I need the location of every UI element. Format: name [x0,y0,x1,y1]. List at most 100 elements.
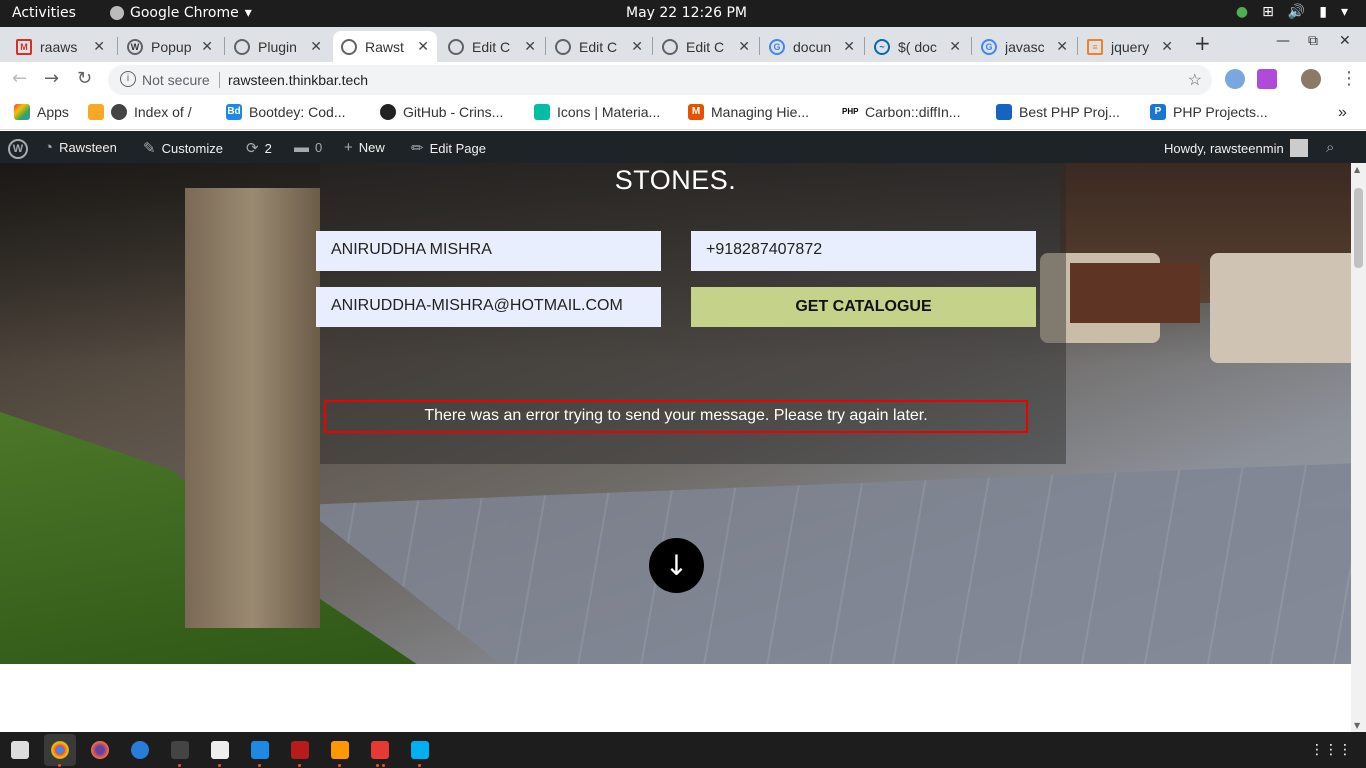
bookmark-carbon[interactable]: PHP Carbon::diffIn... [842,104,960,120]
close-icon[interactable]: ✕ [1161,38,1173,55]
bookmark-github[interactable]: GitHub - Crins... [380,104,503,120]
bookmark-managing[interactable]: M Managing Hie... [688,104,809,120]
restore-button[interactable]: ⧉ [1308,33,1318,49]
bookmark-index[interactable]: Index of / [88,104,192,120]
apps-grid-icon [14,104,30,120]
scroll-down-icon[interactable]: ▼ [1354,721,1360,730]
wp-edit-page-link[interactable]: ✏ Edit Page [411,139,486,157]
update-icon: ● [1235,4,1249,20]
system-tray[interactable]: ● ⊞ 🔊 ▮ ▾ [1236,4,1348,20]
tab-javascript[interactable]: G javasc ✕ [973,31,1076,62]
email-field[interactable]: ANIRUDDHA-MISHRA@HOTMAIL.COM [316,287,661,327]
name-field[interactable]: ANIRUDDHA MISHRA [316,231,661,271]
brush-icon: ✎ [143,140,156,157]
minimize-button[interactable]: — [1276,33,1290,49]
globe-icon [111,104,127,120]
wp-account-link[interactable]: Howdy, rawsteenmin [1164,139,1308,157]
close-icon[interactable]: ✕ [201,38,213,55]
tab-label: Plugin [258,38,297,55]
avatar[interactable] [1301,69,1321,89]
globe-icon [448,38,464,55]
tab-plugin[interactable]: Plugin ✕ [226,31,330,62]
close-icon[interactable]: ✕ [524,38,536,55]
wordpress-logo-icon[interactable]: W [8,139,28,159]
app-menu[interactable]: Google Chrome ▾ [110,5,252,21]
close-icon[interactable]: ✕ [417,38,429,55]
wp-updates-link[interactable]: ⟳ 2 [246,139,272,157]
tab-label: raaws [40,38,78,55]
filezilla-icon[interactable] [291,741,309,759]
close-icon[interactable]: ✕ [631,38,643,55]
tab-edit-1[interactable]: Edit C ✕ [440,31,544,62]
wp-site-link[interactable]: ◔ Rawsteen [44,139,117,156]
bookmark-apps[interactable]: Apps [14,104,69,120]
wp-new-link[interactable]: + New [344,139,385,156]
scroll-up-icon[interactable]: ▲ [1354,165,1360,174]
search-icon[interactable]: ⌕ [1326,139,1334,156]
get-catalogue-button[interactable]: GET CATALOGUE [691,287,1036,327]
anydesk-icon[interactable] [371,741,389,759]
tab-gmail[interactable]: M raaws ✕ [8,31,113,62]
bookmark-label: Best PHP Proj... [1019,104,1120,120]
url-text[interactable]: rawsteen.thinkbar.tech [228,72,368,88]
star-icon[interactable]: ☆ [1188,70,1202,90]
vscode-icon[interactable] [251,741,269,759]
tab-jquery-docs[interactable]: ~ $( doc ✕ [866,31,969,62]
skype-icon[interactable] [411,741,429,759]
close-icon[interactable]: ✕ [843,38,855,55]
forward-button[interactable]: → [44,68,59,89]
chat-icon[interactable] [131,741,149,759]
close-icon[interactable]: ✕ [738,38,750,55]
bookmark-label: Icons | Materia... [557,104,661,120]
bookmark-icons[interactable]: Icons | Materia... [534,104,660,120]
terminal-icon[interactable] [171,741,189,759]
scroll-down-button[interactable]: ↓ [649,538,704,593]
address-bar[interactable]: i Not secure rawsteen.thinkbar.tech ☆ [108,65,1212,95]
bookmark-bootdey[interactable]: Bd Bootdey: Cod... [226,104,346,120]
clock[interactable]: May 22 12:26 PM [626,5,747,21]
scrollbar-thumb[interactable] [1354,188,1363,268]
files-icon[interactable] [11,741,29,759]
volume-icon: 🔊 [1287,4,1306,20]
network-icon: ⊞ [1262,4,1274,20]
reload-button[interactable]: ↻ [77,68,92,89]
pencil-icon: ✏ [411,140,424,157]
tab-jquery[interactable]: ≡ jquery ✕ [1079,31,1181,62]
tab-rawsteen[interactable]: Rawst ✕ [333,31,437,62]
menu-icon[interactable]: ⋮ [1340,68,1358,89]
tab-docs[interactable]: G docun ✕ [761,31,863,62]
close-icon[interactable]: ✕ [1056,38,1068,55]
php-icon: PHP [842,107,859,116]
activities-button[interactable]: Activities [12,5,76,21]
wp-updates-count: 2 [264,140,272,156]
close-icon[interactable]: ✕ [310,38,322,55]
chevron-down-icon: ▾ [1340,4,1348,20]
bookmark-php-projects[interactable]: P PHP Projects... [1150,104,1268,120]
new-tab-button[interactable]: + [1194,31,1211,55]
more-bookmarks-button[interactable]: » [1338,104,1347,122]
wp-comments-link[interactable]: ▬ 0 [294,139,322,156]
back-button[interactable]: ← [12,68,27,89]
wp-customize-label: Customize [161,140,223,156]
bookmark-label: GitHub - Crins... [403,104,504,120]
plus-icon: + [344,139,353,156]
wp-customize-link[interactable]: ✎ Customize [143,139,223,157]
battery-icon: ▮ [1319,4,1327,20]
info-icon[interactable]: i [120,71,136,87]
document-viewer-icon[interactable] [211,741,229,759]
phone-field[interactable]: +918287407872 [691,231,1036,271]
close-window-button[interactable]: ✕ [1339,33,1351,49]
show-apps-icon[interactable]: ⋮⋮⋮ [1310,742,1352,758]
extension-icon[interactable] [1225,69,1245,89]
tab-popup[interactable]: W Popup ✕ [119,31,221,62]
close-icon[interactable]: ✕ [93,38,105,55]
page-scrollbar[interactable]: ▲ ▼ [1351,163,1366,732]
chrome-icon[interactable] [51,741,69,759]
tab-edit-2[interactable]: Edit C ✕ [547,31,651,62]
tab-edit-3[interactable]: Edit C ✕ [654,31,758,62]
extension-pen-icon[interactable] [1257,69,1277,89]
firefox-icon[interactable] [91,741,109,759]
close-icon[interactable]: ✕ [949,38,961,55]
sublime-icon[interactable] [331,741,349,759]
bookmark-best-php[interactable]: Best PHP Proj... [996,104,1120,120]
